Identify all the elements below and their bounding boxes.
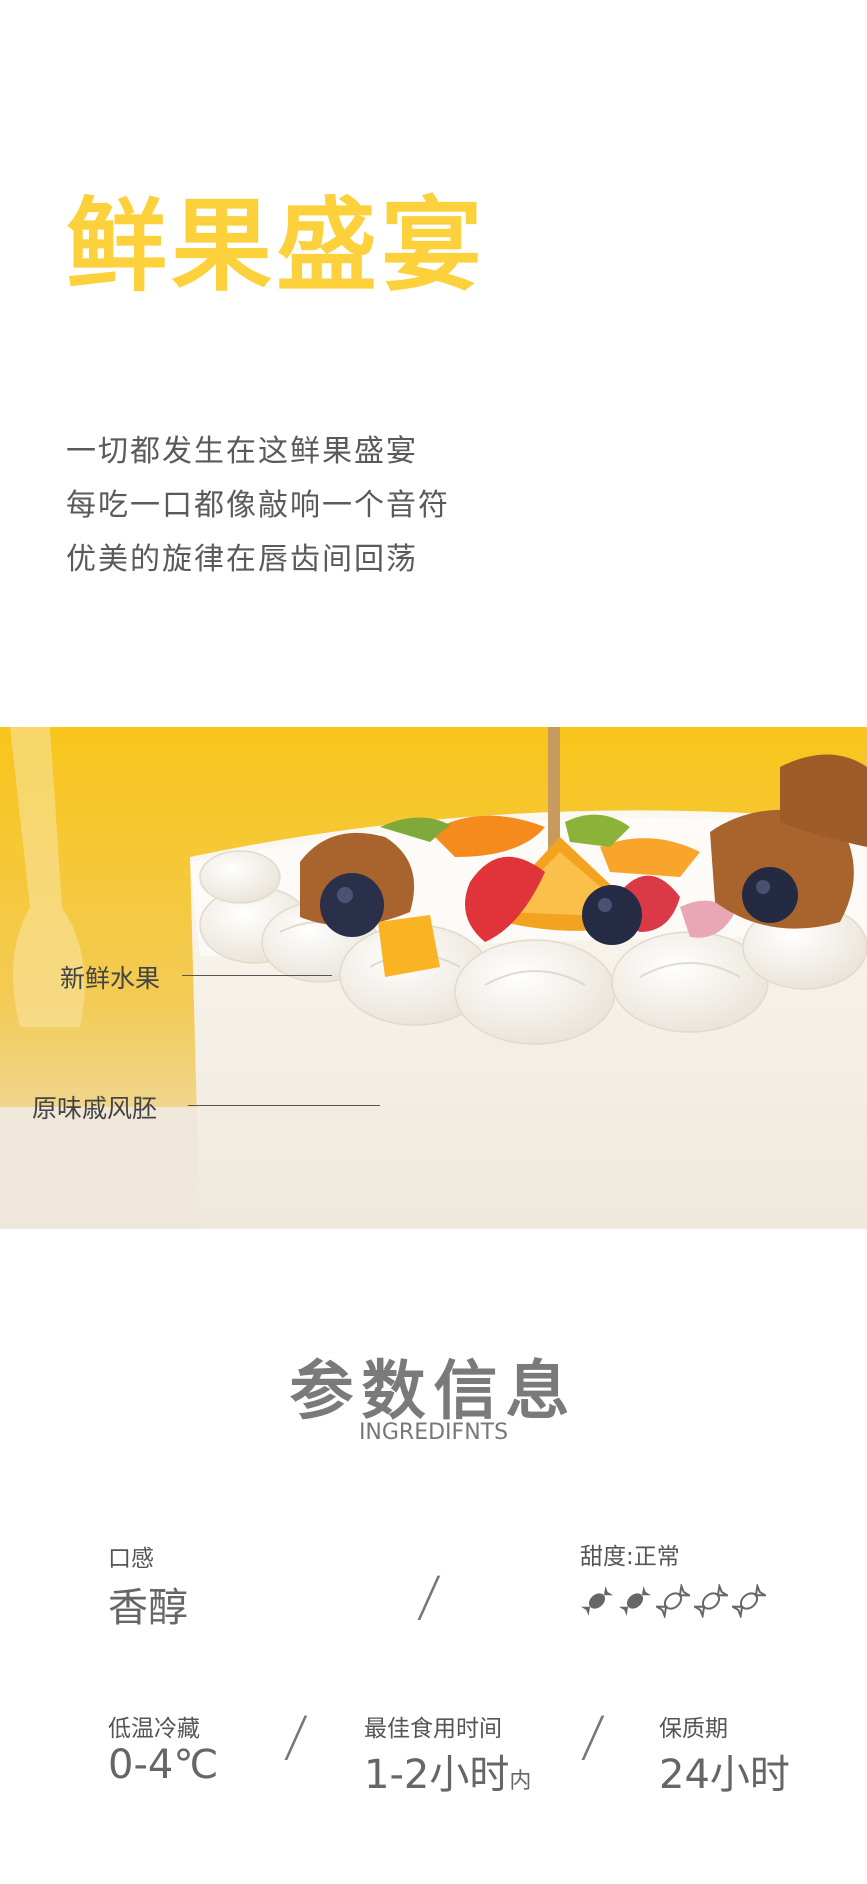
taste-value: 香醇: [108, 1585, 188, 1631]
best-time-value: 1-2小时内: [364, 1742, 531, 1800]
storage-value: 0-4℃: [108, 1742, 219, 1788]
candy-outline-icon: [694, 1584, 728, 1618]
best-time-number: 1-2小时: [364, 1752, 510, 1798]
poem-line: 每吃一口都像敲响一个音符: [66, 488, 450, 523]
page-title: 鲜果盛宴: [66, 187, 487, 305]
shelf-life-value: 24小时: [659, 1752, 790, 1798]
candy-outline-icon: [656, 1584, 690, 1618]
sweetness-rating: [580, 1584, 766, 1618]
divider-slash: /: [579, 1705, 607, 1768]
callout-fresh-fruit: 新鲜水果: [60, 964, 161, 993]
poem-line: 优美的旋律在唇齿间回荡: [66, 542, 418, 577]
divider-slash: /: [282, 1705, 310, 1768]
sweetness-label: 甜度:正常: [580, 1544, 680, 1570]
best-time-label: 最佳食用时间: [364, 1716, 502, 1742]
candy-outline-icon: [732, 1584, 766, 1618]
callout-leader-line: [188, 1105, 380, 1106]
best-time-suffix: 内: [509, 1769, 532, 1794]
storage-label: 低温冷藏: [108, 1716, 200, 1742]
intro-poem: 一切都发生在这鲜果盛宴 每吃一口都像敲响一个音符 优美的旋律在唇齿间回荡: [66, 425, 450, 587]
callout-leader-line: [182, 975, 332, 976]
candy-filled-icon: [618, 1586, 652, 1616]
taste-label: 口感: [108, 1546, 154, 1572]
callout-chiffon-base: 原味戚风胚: [32, 1094, 158, 1123]
shelf-life-label: 保质期: [659, 1716, 728, 1742]
divider-slash: /: [415, 1565, 443, 1628]
params-subtitle: INGREDIFNTS: [358, 1420, 509, 1445]
cake-photo: 新鲜水果 原味戚风胚: [0, 727, 867, 1229]
params-title: 参数信息: [289, 1355, 578, 1429]
candy-filled-icon: [580, 1586, 614, 1616]
poem-line: 一切都发生在这鲜果盛宴: [66, 434, 418, 469]
